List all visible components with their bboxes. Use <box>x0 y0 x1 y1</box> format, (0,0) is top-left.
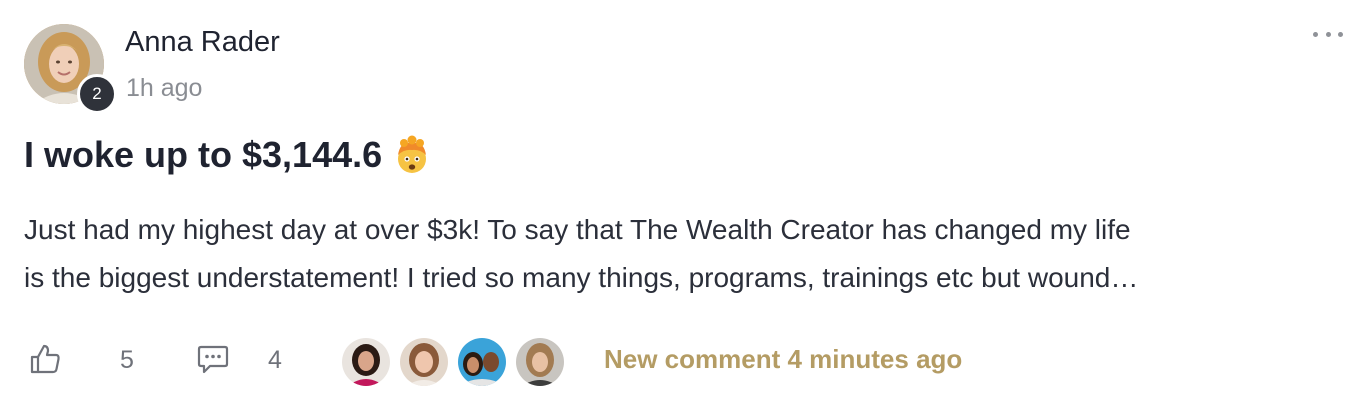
commenter-avatar-image <box>400 338 448 386</box>
like-count: 5 <box>120 346 134 374</box>
commenter-avatar[interactable] <box>514 336 566 388</box>
post-body-line: Just had my highest day at over $3k! To … <box>24 214 1131 245</box>
new-comment-link[interactable]: New comment 4 minutes ago <box>604 344 962 375</box>
thumbs-up-icon[interactable] <box>28 342 62 376</box>
level-badge: 2 <box>77 74 117 114</box>
commenter-avatar[interactable] <box>398 336 450 388</box>
post-title[interactable]: I woke up to $3,144.6 <box>24 134 432 176</box>
exploding-head-icon <box>398 135 427 173</box>
author-name[interactable]: Anna Rader <box>125 26 280 59</box>
more-dot <box>1338 31 1343 37</box>
post-timestamp: 1h ago <box>126 74 203 102</box>
post-footer: 5 4 New comment 4 minutes ago <box>24 334 1324 388</box>
more-horizontal-icon <box>1313 31 1318 37</box>
commenter-avatar[interactable] <box>456 336 508 388</box>
post-card[interactable]: 2 Anna Rader 1h ago I woke up to $3,144.… <box>0 0 1364 410</box>
post-title-text: I woke up to $3,144.6 <box>24 134 383 175</box>
comment-count: 4 <box>268 346 282 374</box>
post-body-line: is the biggest understatement! I tried s… <box>24 262 1139 293</box>
commenter-avatar-image <box>458 338 506 386</box>
post-body[interactable]: Just had my highest day at over $3k! To … <box>24 206 1314 302</box>
more-options-button[interactable] <box>1313 24 1343 44</box>
commenter-avatar[interactable] <box>340 336 392 388</box>
commenter-avatar-image <box>342 338 390 386</box>
comment-bubble-icon[interactable] <box>196 342 230 376</box>
author-avatar-wrapper[interactable]: 2 <box>24 24 117 114</box>
commenter-avatar-image <box>516 338 564 386</box>
more-dot <box>1325 31 1331 37</box>
